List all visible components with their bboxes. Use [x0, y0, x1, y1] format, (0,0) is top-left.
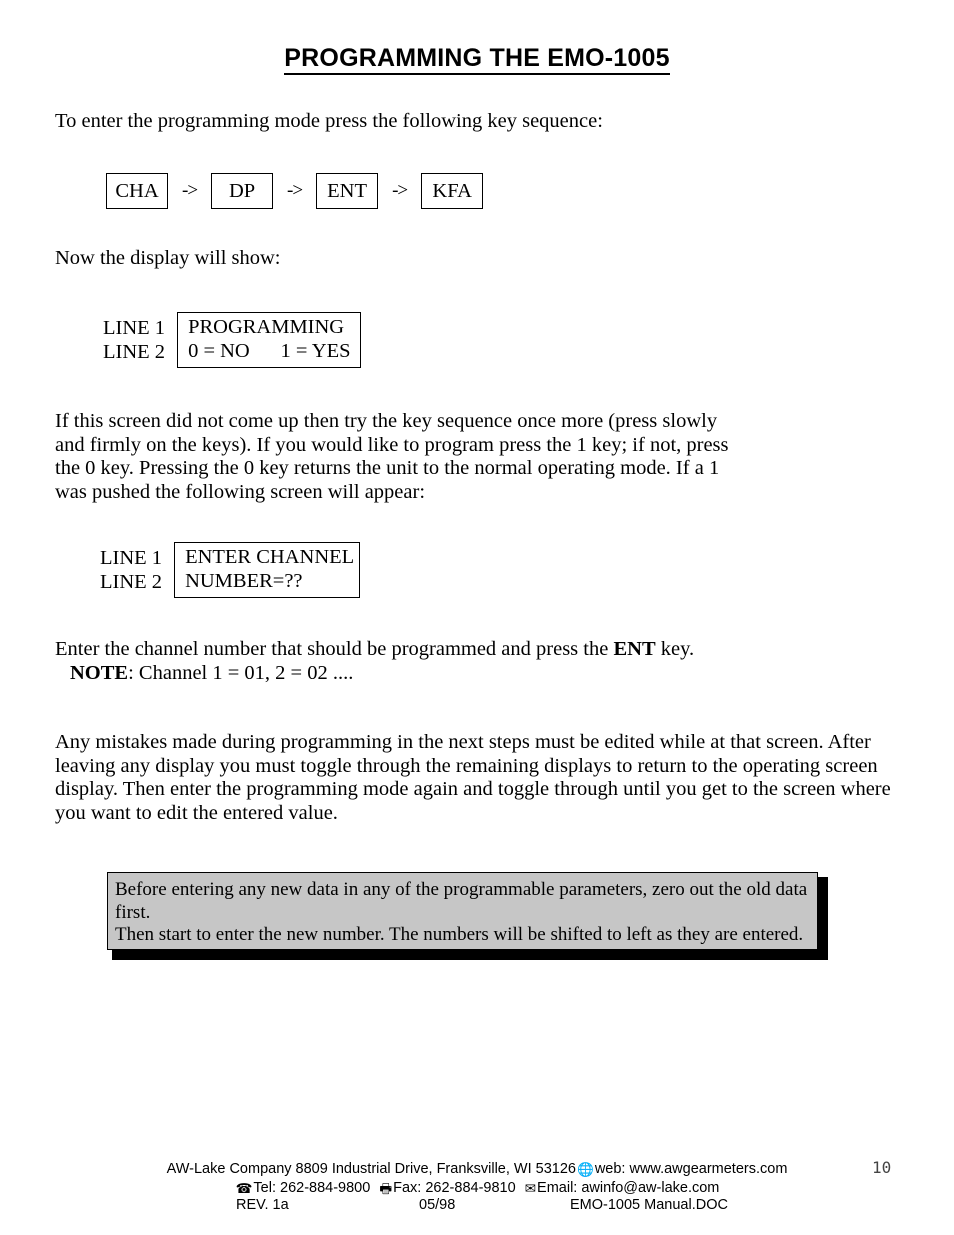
footer-tel-text: Tel: 262-884-9800: [253, 1180, 371, 1196]
key-box-kfa: KFA: [421, 173, 484, 209]
lcd-display-programming: LINE 1 LINE 2 PROGRAMMING 0 = NO 1 = YES: [103, 312, 362, 368]
key-box-dp: DP: [211, 173, 274, 209]
footer-date: 05/98: [419, 1197, 456, 1213]
fax-icon: 🖶: [379, 1181, 393, 1197]
note-label: NOTE: [70, 662, 129, 684]
footer-company-line: AW-Lake Company 8809 Industrial Drive, F…: [0, 1161, 954, 1178]
key-box-cha: CHA: [106, 173, 168, 209]
key-box-ent: ENT: [316, 173, 379, 209]
callout-box: Before entering any new data in any of t…: [107, 872, 818, 950]
lcd-screen-2-line1: ENTER CHANNEL: [185, 546, 355, 568]
footer-filename: EMO-1005 Manual.DOC: [570, 1197, 728, 1213]
display-prompt-paragraph: Now the display will show:: [55, 247, 281, 269]
lcd-display-enter-channel: LINE 1 LINE 2 ENTER CHANNEL NUMBER=??: [100, 542, 361, 598]
lcd-label-line1: LINE 1: [100, 547, 163, 569]
footer-company-address: AW-Lake Company 8809 Industrial Drive, F…: [166, 1161, 576, 1177]
telephone-icon: ☎: [235, 1181, 253, 1197]
page-title: PROGRAMMING THE EMO-1005: [0, 44, 954, 75]
key-arrow-2: ->: [287, 180, 303, 201]
enter-channel-suffix: key.: [655, 638, 695, 660]
lcd-screen-1-line1: PROGRAMMING: [188, 316, 345, 338]
page-title-text: PROGRAMMING THE EMO-1005: [284, 44, 670, 75]
globe-icon: 🌐: [577, 1162, 594, 1178]
lcd-screen-1: PROGRAMMING 0 = NO 1 = YES: [177, 312, 362, 368]
footer-revision: REV. 1a: [236, 1197, 289, 1213]
key-arrow-3: ->: [392, 180, 408, 201]
lcd-label-line2: LINE 2: [100, 571, 163, 593]
lcd-screen-2: ENTER CHANNEL NUMBER=??: [174, 542, 361, 598]
mistakes-paragraph: Any mistakes made during programming in …: [55, 731, 891, 824]
callout-line-2: Then start to enter the new number. The …: [115, 924, 804, 945]
footer-fax-text: Fax: 262-884-9810: [393, 1180, 516, 1196]
lcd-screen-1-line2: 0 = NO 1 = YES: [188, 340, 351, 362]
footer-contact-line: ☎Tel: 262-884-9800 🖶Fax: 262-884-9810 ✉E…: [0, 1179, 954, 1202]
lcd-label-line2: LINE 2: [103, 341, 166, 363]
note-text: : Channel 1 = 01, 2 = 02 ....: [128, 662, 354, 684]
note-paragraph: NOTE: Channel 1 = 01, 2 = 02 ....: [70, 662, 810, 686]
footer-email-text: Email: awinfo@aw-lake.com: [537, 1180, 720, 1196]
lcd-label-line1: LINE 1: [103, 317, 166, 339]
enter-channel-ent-key: ENT: [613, 638, 656, 660]
page-number: 10: [872, 1158, 892, 1177]
enter-channel-prefix: Enter the channel number that should be …: [55, 638, 614, 660]
lcd-line-labels-2: LINE 1 LINE 2: [100, 542, 174, 598]
callout-line-1: Before entering any new data in any of t…: [115, 879, 808, 923]
key-sequence-row: CHA -> DP -> ENT -> KFA: [106, 173, 484, 209]
enter-channel-paragraph: Enter the channel number that should be …: [55, 638, 795, 662]
envelope-icon: ✉: [524, 1181, 537, 1197]
lcd-line-labels-1: LINE 1 LINE 2: [103, 312, 177, 368]
retry-paragraph: If this screen did not come up then try …: [55, 410, 729, 503]
lcd-screen-2-line2: NUMBER=??: [185, 570, 303, 592]
key-arrow-1: ->: [182, 180, 198, 201]
footer-web-text: web: www.awgearmeters.com: [594, 1161, 788, 1177]
intro-paragraph: To enter the programming mode press the …: [55, 110, 603, 132]
callout-container: Before entering any new data in any of t…: [107, 872, 828, 960]
